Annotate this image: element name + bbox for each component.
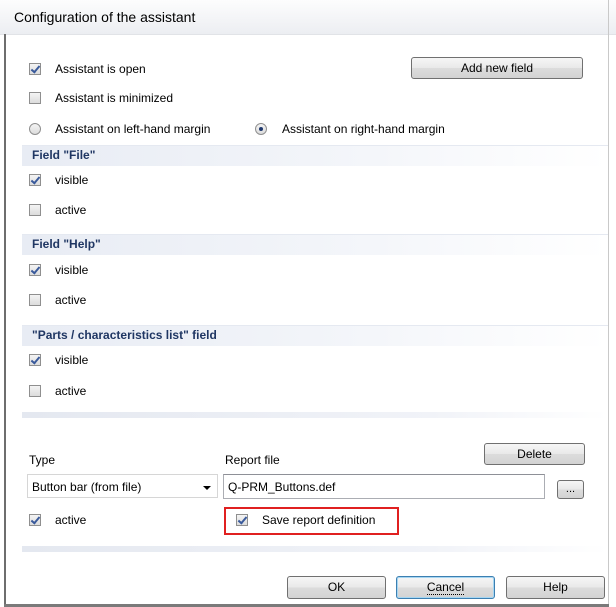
right-margin-label: Assistant on right-hand margin <box>282 122 445 136</box>
type-combobox-value: Button bar (from file) <box>32 480 142 494</box>
section-title-help: Field "Help" <box>32 237 101 251</box>
file-active-checkbox[interactable] <box>29 204 41 216</box>
window-left-border <box>4 34 6 607</box>
title-bar: Configuration of the assistant <box>0 0 616 35</box>
window-right-border <box>608 0 609 607</box>
parts-active-label: active <box>55 384 87 398</box>
cancel-button[interactable]: Cancel <box>396 576 495 599</box>
help-active-checkbox[interactable] <box>29 294 41 306</box>
section-header-file: Field "File" <box>22 145 608 166</box>
help-active-label: active <box>55 293 87 307</box>
save-report-definition-checkbox[interactable] <box>236 514 248 526</box>
assistant-open-label: Assistant is open <box>55 62 146 76</box>
section-header-help: Field "Help" <box>22 234 608 255</box>
ok-button[interactable]: OK <box>287 576 386 599</box>
assistant-minimized-label: Assistant is minimized <box>55 91 174 105</box>
report-file-input[interactable]: Q-PRM_Buttons.def <box>223 474 545 499</box>
parts-visible-label: visible <box>55 353 89 367</box>
parts-visible-checkbox[interactable] <box>29 354 41 366</box>
parts-active-checkbox[interactable] <box>29 385 41 397</box>
assistant-open-checkbox[interactable] <box>29 63 41 75</box>
delete-button[interactable]: Delete <box>484 443 585 465</box>
type-label: Type <box>29 453 56 467</box>
browse-button[interactable]: ... <box>557 480 584 499</box>
assistant-minimized-checkbox[interactable] <box>29 92 41 104</box>
window-title: Configuration of the assistant <box>14 9 196 25</box>
help-visible-label: visible <box>55 263 89 277</box>
section-divider <box>22 412 608 418</box>
report-file-value: Q-PRM_Buttons.def <box>228 480 336 494</box>
section-header-parts: "Parts / characteristics list" field <box>22 325 608 346</box>
file-visible-checkbox[interactable] <box>29 174 41 186</box>
type-combobox[interactable]: Button bar (from file) <box>27 474 218 498</box>
left-margin-radio[interactable] <box>29 123 41 135</box>
file-visible-label: visible <box>55 173 89 187</box>
add-new-field-button[interactable]: Add new field <box>411 57 583 79</box>
help-button[interactable]: Help <box>506 576 605 599</box>
chevron-down-icon[interactable] <box>203 486 211 490</box>
report-active-label: active <box>55 513 87 527</box>
save-report-definition-label: Save report definition <box>262 513 376 527</box>
footer-divider <box>22 546 608 552</box>
left-margin-label: Assistant on left-hand margin <box>55 122 211 136</box>
right-margin-radio[interactable] <box>255 123 267 135</box>
report-file-label: Report file <box>225 453 280 467</box>
section-title-file: Field "File" <box>32 148 96 162</box>
file-active-label: active <box>55 203 87 217</box>
section-title-parts: "Parts / characteristics list" field <box>32 328 217 342</box>
help-visible-checkbox[interactable] <box>29 264 41 276</box>
report-active-checkbox[interactable] <box>29 514 41 526</box>
